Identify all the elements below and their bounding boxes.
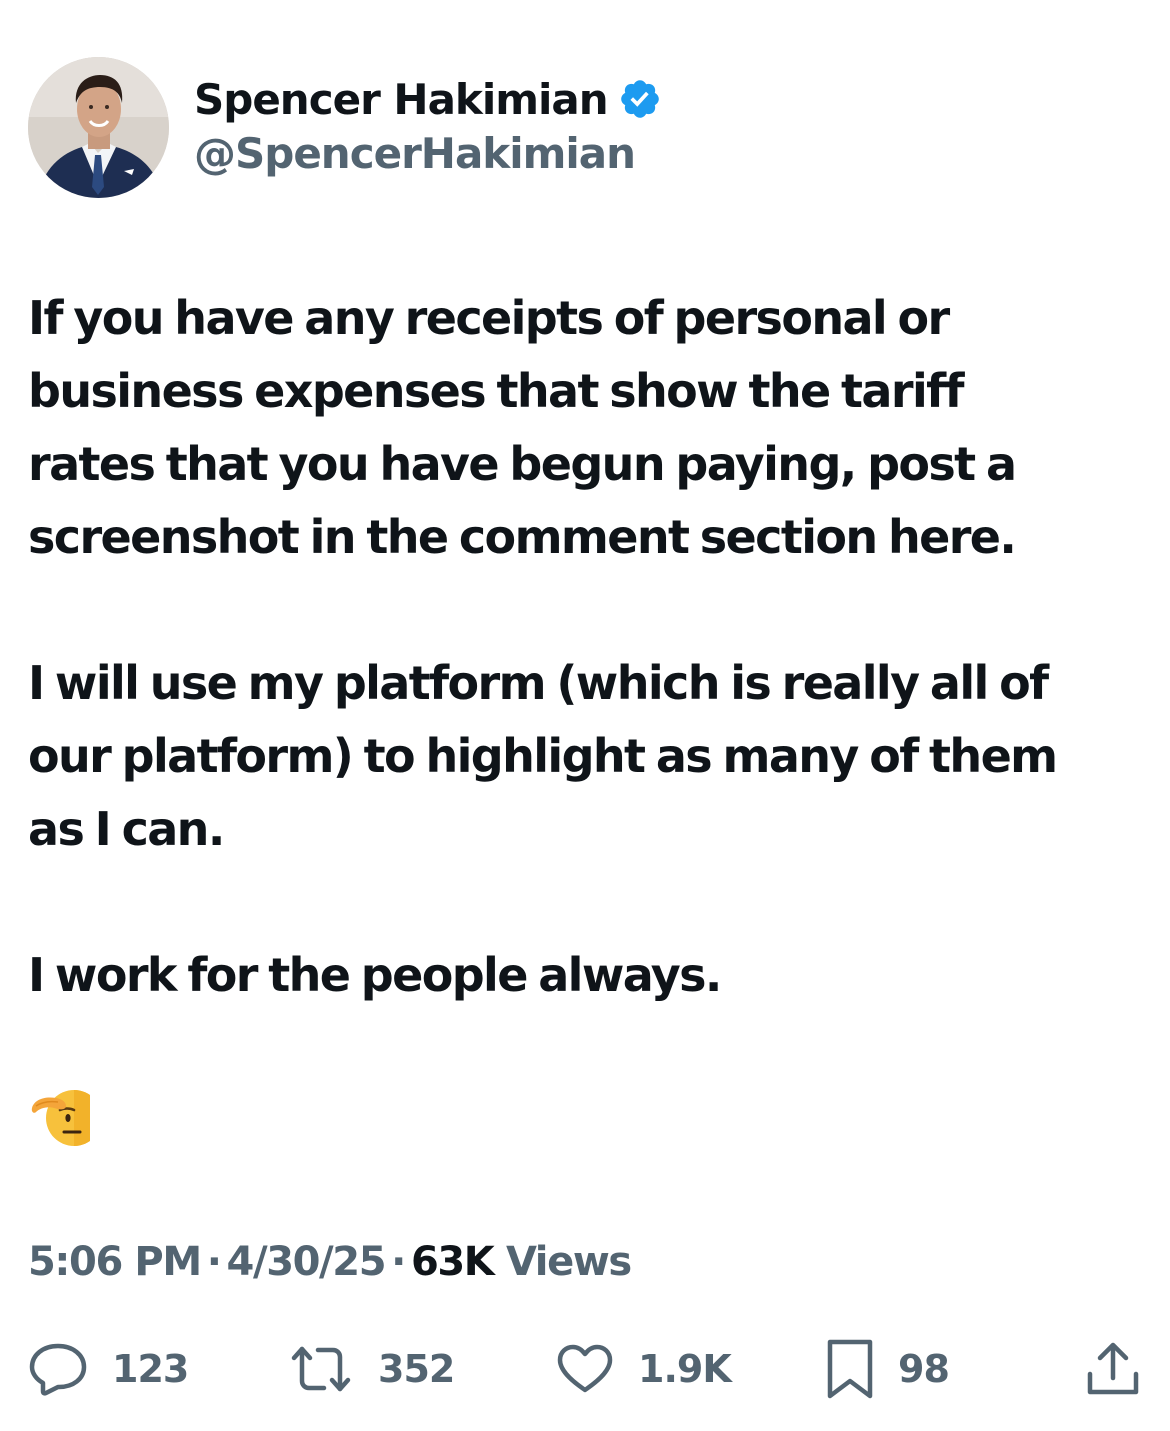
tweet-paragraph: If you have any receipts of personal or … [28,291,1017,564]
reply-button[interactable]: 123 [28,1334,189,1404]
tweet-date[interactable]: 4/30/25 [227,1239,387,1285]
saluting-face-icon [30,1086,102,1148]
share-icon [1087,1342,1139,1395]
retweet-button[interactable]: 352 [288,1334,455,1404]
reply-icon [29,1343,87,1396]
bookmark-icon [827,1339,873,1399]
display-name[interactable]: Spencer Hakimian [194,75,609,124]
verified-badge-icon[interactable] [618,77,662,121]
separator-dot: · [206,1239,222,1285]
reply-count: 123 [112,1347,189,1391]
tweet-paragraph: I will use my platform (which is really … [28,656,1058,856]
avatar[interactable] [28,57,169,198]
views-count[interactable]: 63K [411,1239,495,1285]
bookmark-button[interactable]: 98 [826,1334,950,1404]
display-name-row: Spencer Hakimian [194,71,662,127]
heart-icon [557,1344,613,1393]
tweet-actions: 123 352 1.9K 98 [0,1334,1170,1404]
tweet-text: If you have any receipts of personal or … [28,282,1143,1012]
bookmark-count: 98 [898,1347,950,1391]
author-names: Spencer Hakimian @SpencerHakimian [194,71,662,178]
separator-dot: · [391,1239,406,1285]
retweet-icon [291,1346,351,1392]
tweet-header: Spencer Hakimian @SpencerHakimian [28,57,1128,199]
views-label: Views [505,1239,632,1285]
tweet-time[interactable]: 5:06 PM [28,1239,202,1285]
like-count: 1.9K [638,1347,732,1391]
share-button[interactable] [1086,1334,1140,1404]
tweet: Spencer Hakimian @SpencerHakimian If you… [0,0,1170,1431]
like-button[interactable]: 1.9K [556,1334,732,1404]
tweet-paragraph: I work for the people always. [28,948,722,1002]
tweet-metadata: 5:06 PM · 4/30/25 · 63K Views [28,1232,632,1292]
author-handle[interactable]: @SpencerHakimian [194,129,662,178]
retweet-count: 352 [378,1347,455,1391]
